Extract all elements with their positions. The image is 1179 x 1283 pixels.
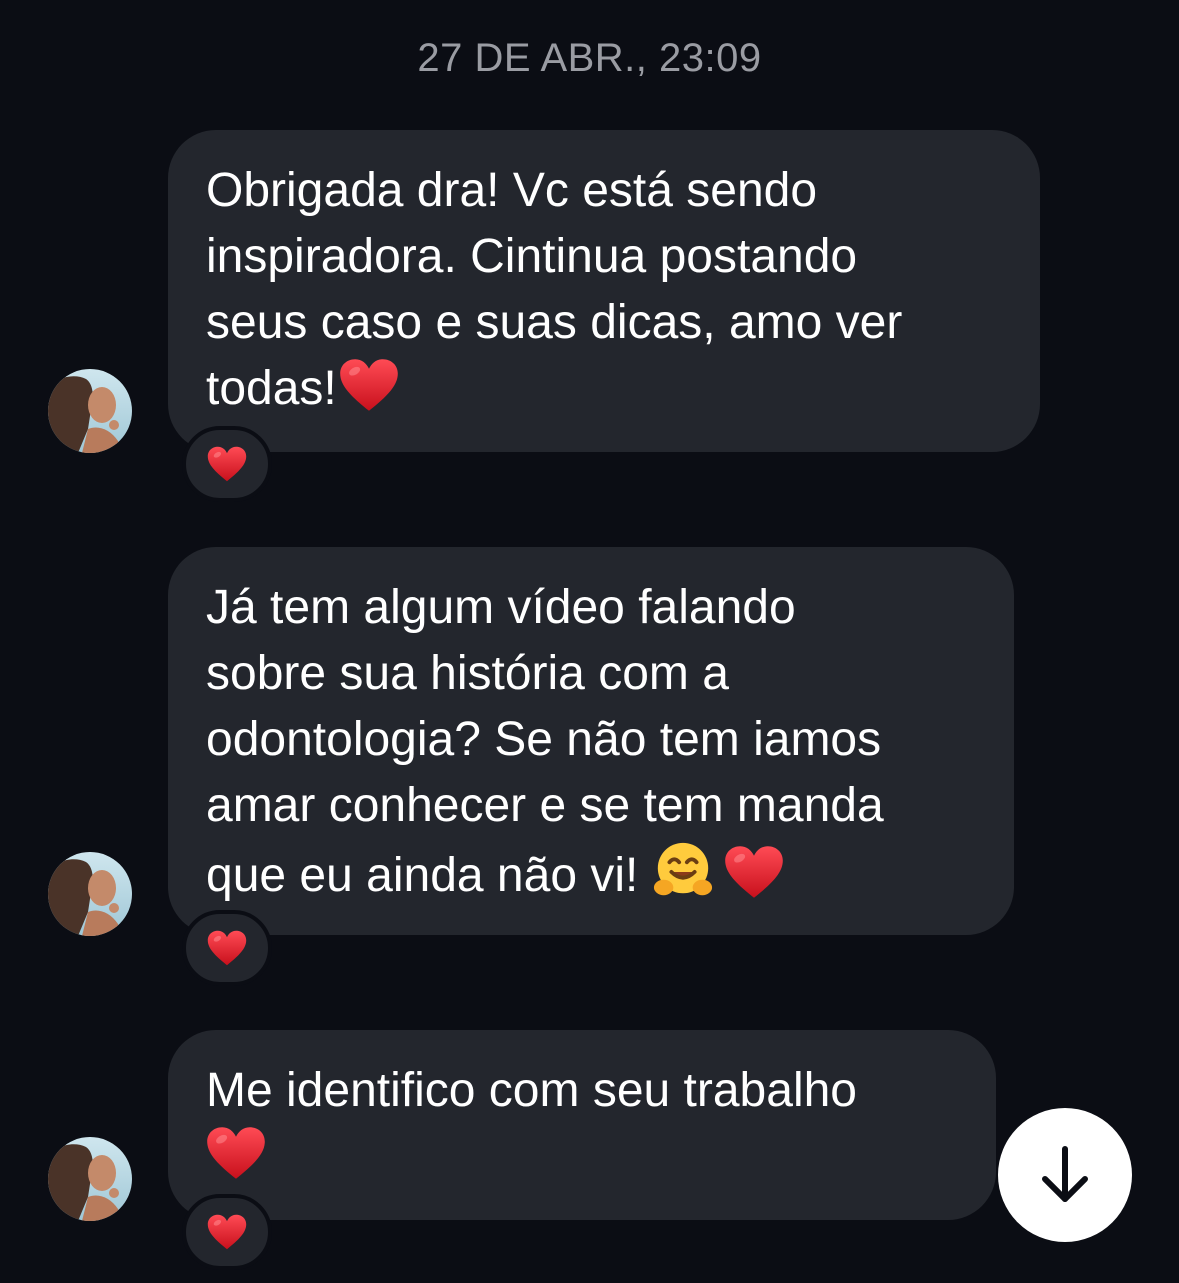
message-text: Obrigada dra! Vc está sendo inspiradora.… [206, 164, 903, 415]
reaction-badge[interactable] [182, 426, 272, 502]
arrow-down-icon [1042, 1146, 1088, 1202]
message-bubble[interactable]: Já tem algum vídeo falando sobre sua his… [168, 547, 1014, 935]
red-heart-emoji-icon [206, 1126, 266, 1180]
red-heart-emoji-icon [339, 358, 399, 412]
red-heart-emoji-icon [724, 845, 784, 899]
avatar[interactable] [48, 369, 132, 453]
scroll-to-bottom-button[interactable] [998, 1108, 1132, 1242]
message-bubble[interactable]: Me identifico com seu trabalho [168, 1030, 996, 1220]
message-bubble[interactable]: Obrigada dra! Vc está sendo inspiradora.… [168, 130, 1040, 452]
hugging-face-emoji-icon [654, 842, 713, 896]
red-heart-reaction-icon [207, 446, 247, 482]
reaction-badge[interactable] [182, 1194, 272, 1270]
red-heart-reaction-icon [207, 930, 247, 966]
avatar[interactable] [48, 852, 132, 936]
avatar[interactable] [48, 1137, 132, 1221]
date-timestamp: 27 DE ABR., 23:09 [417, 36, 762, 80]
red-heart-reaction-icon [207, 1214, 247, 1250]
message-text: Me identifico com seu trabalho [206, 1064, 857, 1117]
reaction-badge[interactable] [182, 910, 272, 986]
